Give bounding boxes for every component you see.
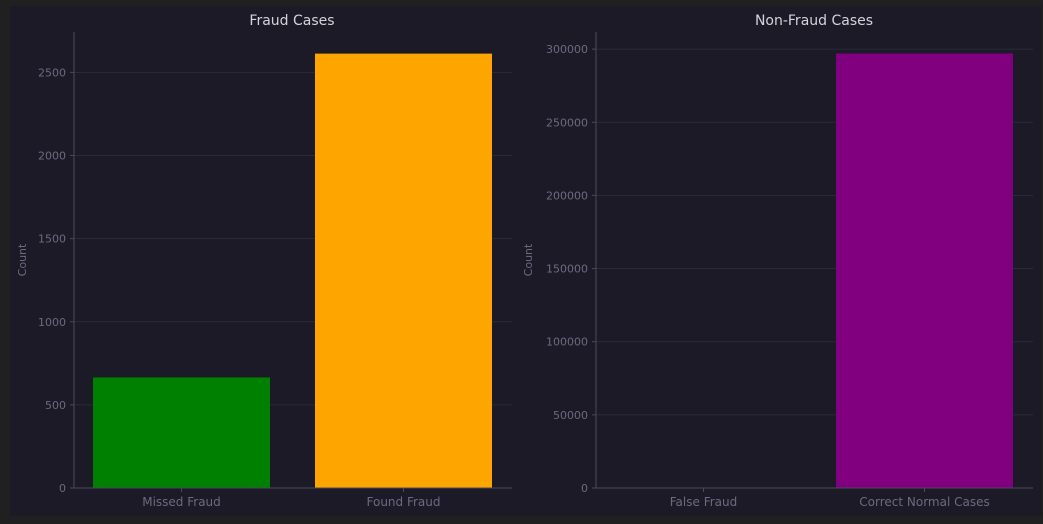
subplot-non-fraud-cases: 0 50000 100000 150000 200000 250000 300000 Fal… [522, 13, 1033, 509]
x-tick-label: Correct Normal Cases [859, 495, 989, 509]
figure: 0 500 1000 1500 2000 2500 Missed Fraud Found F… [0, 0, 1043, 520]
bar [315, 54, 492, 488]
y-tick-label: 1500 [38, 233, 66, 246]
y-tick-label: 0 [581, 482, 588, 495]
x-tick-label: Missed Fraud [142, 495, 221, 509]
y-tick-label: 300000 [546, 43, 588, 56]
y-tick-label: 50000 [553, 409, 588, 422]
y-tick-label: 200000 [546, 189, 588, 202]
chart-figure: 0 500 1000 1500 2000 2500 Missed Fraud Found F… [0, 0, 1043, 520]
y-tick-label: 0 [59, 482, 66, 495]
bar [93, 377, 270, 488]
y-tick-label: 100000 [546, 336, 588, 349]
x-tick-label: Found Fraud [367, 495, 441, 509]
y-tick-label: 1000 [38, 316, 66, 329]
chart-title: Fraud Cases [249, 13, 334, 29]
y-tick-label: 2500 [38, 66, 66, 79]
chart-title: Non-Fraud Cases [755, 13, 873, 29]
y-axis-label: Count [16, 243, 29, 276]
bar [836, 54, 1013, 488]
y-tick-label: 2000 [38, 150, 66, 163]
x-tick-label: False Fraud [670, 495, 737, 509]
y-tick-label: 500 [45, 399, 66, 412]
y-tick-label: 250000 [546, 116, 588, 129]
subplot-fraud-cases: 0 500 1000 1500 2000 2500 Missed Fraud Found F… [16, 13, 512, 509]
y-tick-label: 150000 [546, 263, 588, 276]
y-axis-label: Count [522, 243, 535, 276]
